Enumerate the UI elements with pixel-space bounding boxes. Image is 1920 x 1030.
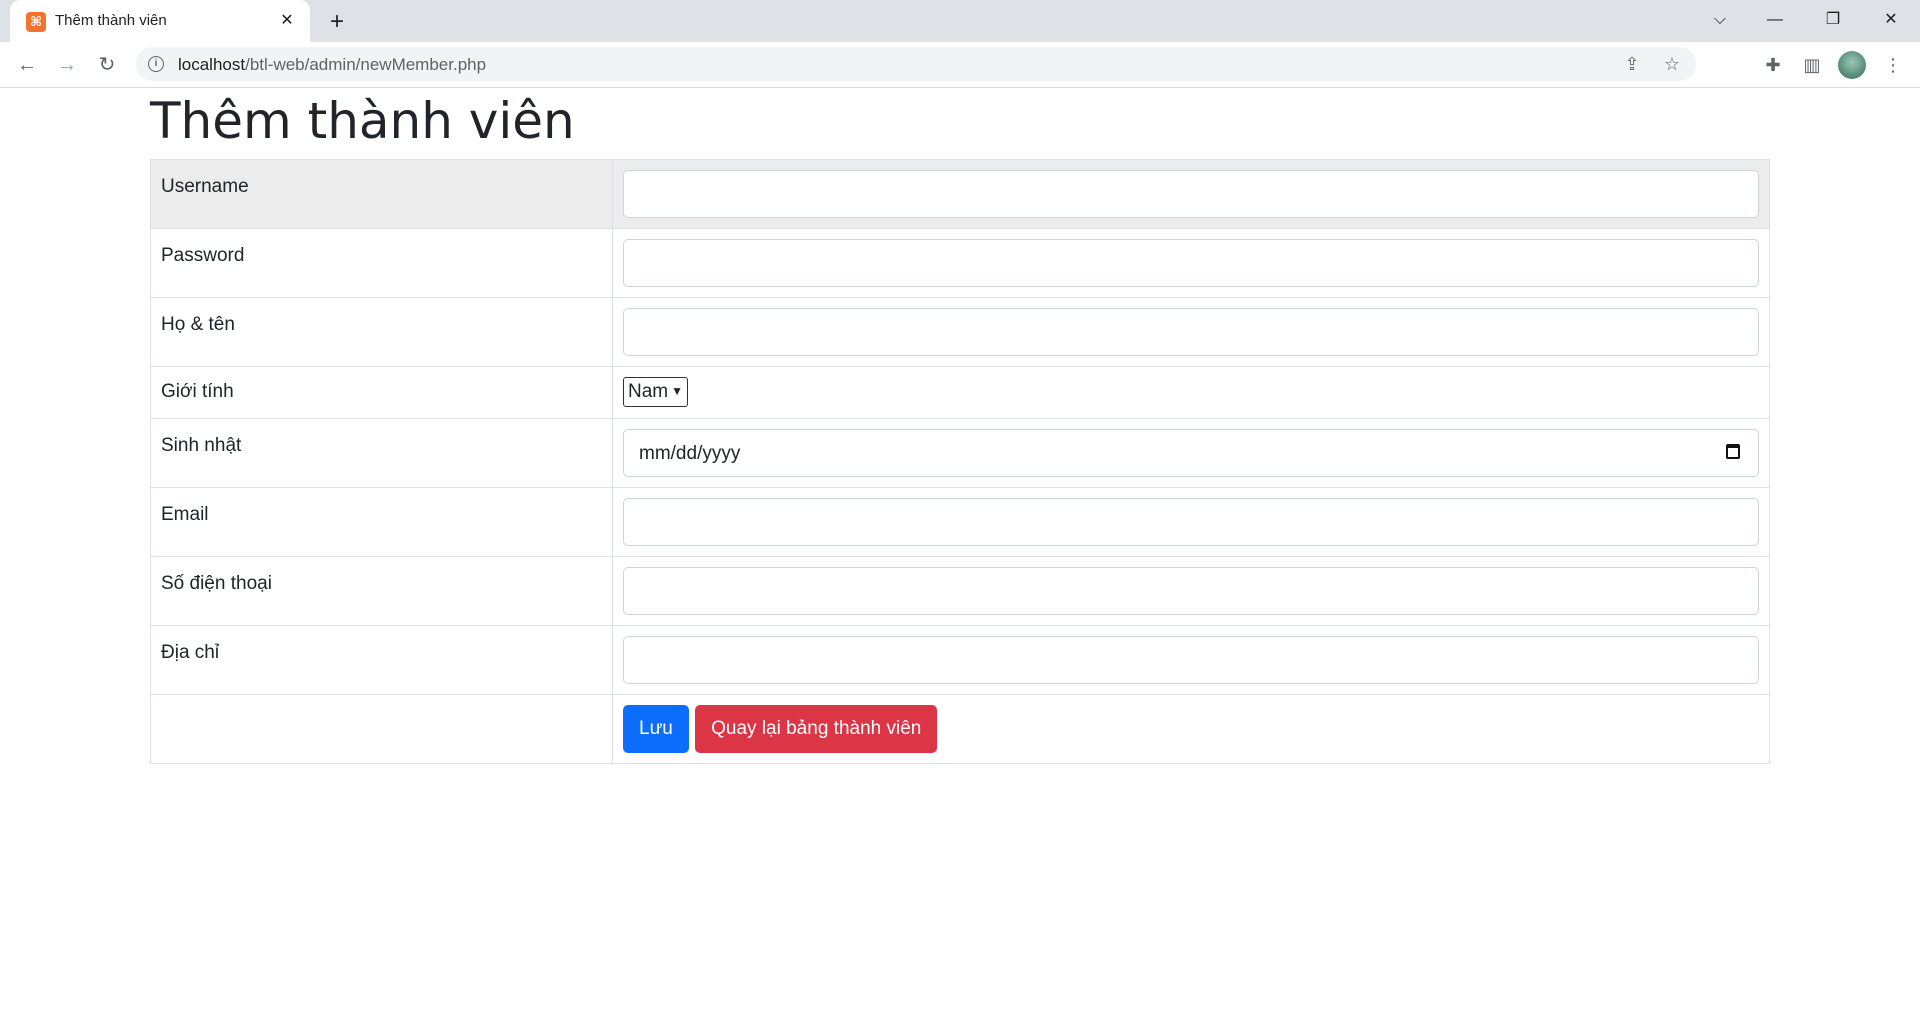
actions-cell: Lưu Quay lại bảng thành viên [612,694,1770,764]
gender-cell: Nam ▼ [612,366,1770,419]
close-window-icon[interactable]: ✕ [1868,4,1914,36]
form-row-phone: Số điện thoại [150,556,1770,626]
new-tab-icon[interactable]: + [324,9,350,35]
back-to-members-button[interactable]: Quay lại bảng thành viên [695,705,938,753]
share-icon[interactable]: ⇪ [1620,52,1644,76]
form-row-email: Email [150,487,1770,557]
email-cell [612,487,1770,557]
gender-selected-value: Nam [628,381,669,402]
phone-cell [612,556,1770,626]
address-label: Địa chỉ [150,625,613,695]
tab-title: Thêm thành viên [55,12,167,29]
menu-kebab-icon[interactable]: ⋮ [1880,52,1906,78]
birthday-placeholder: mm/dd/yyyy [639,443,741,464]
fullname-cell [612,297,1770,367]
reload-icon[interactable]: ↻ [92,50,122,80]
gender-select[interactable]: Nam ▼ [623,377,689,407]
site-info-icon[interactable]: i [148,56,164,72]
username-cell [612,159,1770,229]
username-input[interactable] [623,170,1759,218]
new-member-form: Username Password Họ & tên Giới tính Nam… [150,159,1770,764]
password-cell [612,228,1770,298]
xampp-favicon-icon: ⌘ [26,12,46,32]
form-row-birthday: Sinh nhật mm/dd/yyyy [150,418,1770,488]
forward-icon[interactable]: → [52,50,82,80]
birthday-date-input[interactable]: mm/dd/yyyy [623,429,1759,477]
page-title: Thêm thành viên [150,92,575,150]
url-host: localhost [178,55,246,74]
close-tab-icon[interactable]: ✕ [276,10,298,32]
form-row-address: Địa chỉ [150,625,1770,695]
side-panel-icon[interactable]: ▥ [1799,52,1825,78]
browser-toolbar: ← → ↻ i localhost/btl-web/admin/newMembe… [0,42,1920,88]
birthday-cell: mm/dd/yyyy [612,418,1770,488]
browser-tab[interactable]: ⌘ Thêm thành viên ✕ [10,0,310,42]
email-input[interactable] [623,498,1759,546]
email-label: Email [150,487,613,557]
save-button[interactable]: Lưu [623,705,689,753]
minimize-icon[interactable]: — [1752,4,1798,36]
url-text: localhost/btl-web/admin/newMember.php [178,55,486,75]
browser-tabstrip: ⌘ Thêm thành viên ✕ + ⌵ — ❐ ✕ [0,0,1920,42]
address-bar[interactable]: i localhost/btl-web/admin/newMember.php … [136,47,1696,81]
tab-search-chevron-icon[interactable]: ⌵ [1697,4,1743,36]
calendar-icon[interactable] [1726,444,1740,459]
url-path: /btl-web/admin/newMember.php [245,55,487,74]
phone-input[interactable] [623,567,1759,615]
password-input[interactable] [623,239,1759,287]
gender-label: Giới tính [150,366,613,419]
form-row-username: Username [150,159,1770,229]
address-cell [612,625,1770,695]
form-row-actions: Lưu Quay lại bảng thành viên [150,694,1770,764]
actions-empty-cell [150,694,613,764]
profile-avatar[interactable] [1838,51,1866,79]
fullname-input[interactable] [623,308,1759,356]
restore-icon[interactable]: ❐ [1810,4,1856,36]
chevron-down-icon: ▼ [671,384,684,398]
form-row-gender: Giới tính Nam ▼ [150,366,1770,419]
phone-label: Số điện thoại [150,556,613,626]
form-row-fullname: Họ & tên [150,297,1770,367]
back-icon[interactable]: ← [12,50,42,80]
birthday-label: Sinh nhật [150,418,613,488]
password-label: Password [150,228,613,298]
form-row-password: Password [150,228,1770,298]
bookmark-star-icon[interactable]: ☆ [1660,52,1684,76]
address-input[interactable] [623,636,1759,684]
extensions-icon[interactable]: ✚ [1760,52,1786,78]
username-label: Username [150,159,613,229]
fullname-label: Họ & tên [150,297,613,367]
